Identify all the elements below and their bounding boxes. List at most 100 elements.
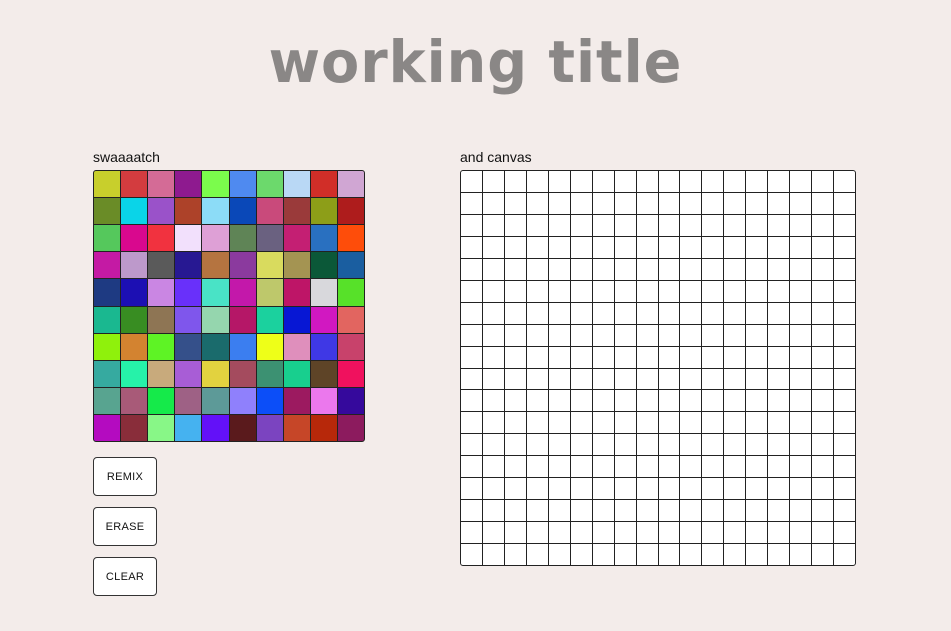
color-swatch[interactable] [310,198,337,225]
canvas-cell[interactable] [614,171,636,192]
canvas-cell[interactable] [614,544,636,565]
canvas-cell[interactable] [834,390,855,412]
canvas-cell[interactable] [724,390,746,412]
canvas-cell[interactable] [790,324,812,346]
canvas-cell[interactable] [482,302,504,324]
canvas-cell[interactable] [790,478,812,500]
canvas-cell[interactable] [526,236,548,258]
color-swatch[interactable] [310,171,337,198]
color-swatch[interactable] [256,225,283,252]
canvas-cell[interactable] [790,544,812,565]
canvas-cell[interactable] [768,324,790,346]
canvas-cell[interactable] [461,236,482,258]
canvas-cell[interactable] [680,368,702,390]
canvas-cell[interactable] [702,544,724,565]
canvas-cell[interactable] [834,522,855,544]
canvas-cell[interactable] [526,171,548,192]
color-swatch[interactable] [148,387,175,414]
color-swatch[interactable] [229,387,256,414]
color-swatch[interactable] [175,225,202,252]
canvas-cell[interactable] [658,236,680,258]
canvas-cell[interactable] [592,544,614,565]
color-swatch[interactable] [310,333,337,360]
canvas-cell[interactable] [724,324,746,346]
canvas-cell[interactable] [636,258,658,280]
canvas-cell[interactable] [702,324,724,346]
canvas-cell[interactable] [680,434,702,456]
canvas-cell[interactable] [592,324,614,346]
color-swatch[interactable] [148,198,175,225]
canvas-cell[interactable] [482,412,504,434]
canvas-cell[interactable] [680,192,702,214]
canvas-cell[interactable] [746,544,768,565]
canvas-cell[interactable] [702,478,724,500]
color-swatch[interactable] [283,387,310,414]
canvas-cell[interactable] [680,478,702,500]
canvas-cell[interactable] [570,478,592,500]
clear-button[interactable]: CLEAR [93,557,157,596]
canvas-cell[interactable] [702,522,724,544]
canvas-cell[interactable] [790,412,812,434]
canvas-cell[interactable] [724,434,746,456]
canvas-cell[interactable] [482,456,504,478]
canvas-cell[interactable] [834,171,855,192]
color-swatch[interactable] [256,360,283,387]
canvas-cell[interactable] [592,236,614,258]
color-swatch[interactable] [121,387,148,414]
color-swatch[interactable] [337,198,364,225]
canvas-cell[interactable] [504,236,526,258]
canvas-cell[interactable] [746,434,768,456]
canvas-cell[interactable] [461,478,482,500]
canvas-cell[interactable] [746,171,768,192]
canvas-cell[interactable] [834,412,855,434]
canvas-cell[interactable] [461,346,482,368]
canvas-cell[interactable] [636,434,658,456]
canvas-cell[interactable] [504,346,526,368]
color-swatch[interactable] [256,414,283,441]
canvas-cell[interactable] [548,478,570,500]
canvas-cell[interactable] [592,346,614,368]
canvas-cell[interactable] [636,302,658,324]
color-swatch[interactable] [175,360,202,387]
color-swatch[interactable] [229,414,256,441]
canvas-cell[interactable] [461,434,482,456]
canvas-cell[interactable] [461,368,482,390]
canvas-cell[interactable] [482,434,504,456]
canvas-cell[interactable] [592,500,614,522]
canvas-cell[interactable] [680,214,702,236]
canvas-cell[interactable] [636,324,658,346]
canvas-cell[interactable] [702,258,724,280]
canvas-cell[interactable] [724,214,746,236]
canvas-cell[interactable] [790,192,812,214]
canvas-cell[interactable] [461,280,482,302]
canvas-cell[interactable] [724,171,746,192]
color-swatch[interactable] [202,306,229,333]
canvas-cell[interactable] [482,324,504,346]
canvas-cell[interactable] [570,500,592,522]
color-swatch[interactable] [121,414,148,441]
color-swatch[interactable] [121,225,148,252]
canvas-cell[interactable] [482,500,504,522]
canvas-cell[interactable] [702,280,724,302]
color-swatch[interactable] [256,306,283,333]
canvas-cell[interactable] [461,456,482,478]
color-swatch[interactable] [148,414,175,441]
canvas-cell[interactable] [680,324,702,346]
canvas-cell[interactable] [834,346,855,368]
color-swatch[interactable] [337,306,364,333]
color-swatch[interactable] [310,387,337,414]
canvas-cell[interactable] [526,478,548,500]
canvas-cell[interactable] [658,302,680,324]
canvas-cell[interactable] [570,258,592,280]
canvas-cell[interactable] [790,390,812,412]
color-swatch[interactable] [94,360,121,387]
canvas-cell[interactable] [834,236,855,258]
color-swatch[interactable] [337,414,364,441]
color-swatch[interactable] [229,279,256,306]
canvas-cell[interactable] [746,236,768,258]
canvas-cell[interactable] [746,522,768,544]
canvas-cell[interactable] [834,192,855,214]
canvas-cell[interactable] [570,192,592,214]
canvas-cell[interactable] [526,346,548,368]
canvas-cell[interactable] [504,171,526,192]
